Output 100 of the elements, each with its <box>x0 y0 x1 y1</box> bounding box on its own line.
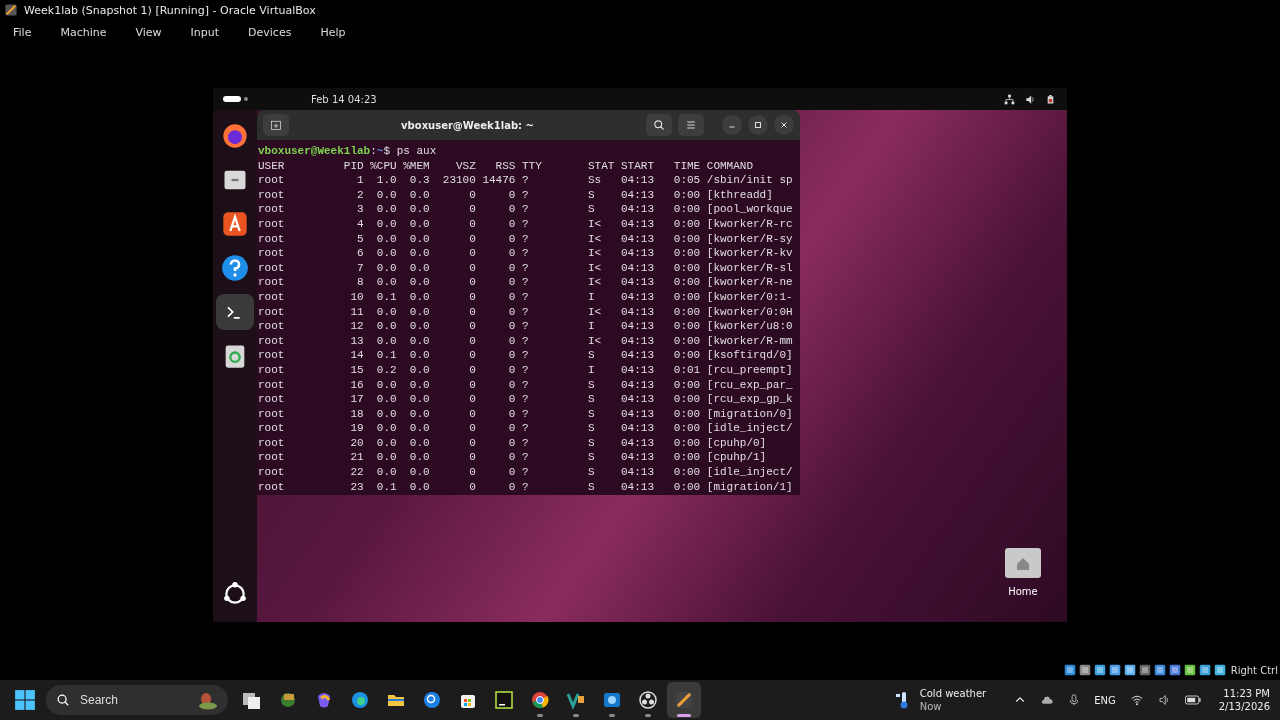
terminal-text: ? <box>522 247 529 260</box>
terminal-text: 0:00 <box>673 422 701 435</box>
terminal-text: 0:00 <box>673 261 701 274</box>
help-icon <box>221 254 249 282</box>
code-editor-icon <box>494 690 514 710</box>
taskbar-app[interactable] <box>667 682 701 718</box>
terminal-text: S <box>588 480 595 493</box>
terminal-text: 0 <box>469 232 476 245</box>
terminal-text: 0 <box>469 217 476 230</box>
menu-item[interactable]: Devices <box>241 25 299 39</box>
app-icon <box>278 690 298 710</box>
column-header: COMMAND <box>706 159 753 172</box>
terminal-text: root <box>258 276 285 289</box>
terminal-text: [kworker/R-ne <box>706 276 793 289</box>
terminal-text: 19 <box>350 422 364 435</box>
terminal-text: 0.0 <box>409 203 430 216</box>
terminal-text: ? <box>522 217 529 230</box>
terminal-text: 14 <box>350 349 364 362</box>
terminal-text: 17 <box>350 393 364 406</box>
windows-squares-icon <box>242 690 262 710</box>
terminal-text: 04:13 <box>621 393 654 406</box>
terminal-text: root <box>258 305 285 318</box>
terminal-text: 0 <box>508 290 516 303</box>
dock-item[interactable] <box>216 294 254 330</box>
terminal-text: 0.1 <box>376 349 397 362</box>
search-bar[interactable]: Search <box>46 685 228 715</box>
terminal-text: 0.0 <box>376 320 397 333</box>
menu-item[interactable]: Machine <box>53 25 114 39</box>
menu-button[interactable] <box>678 114 704 136</box>
terminal-text: [kworker/R-sl <box>706 261 793 274</box>
terminal-text: 04:13 <box>621 276 654 289</box>
terminal-text: 0.0 <box>409 188 430 201</box>
language-indicator[interactable]: ENG <box>1094 694 1116 706</box>
terminal-text: 04:13 <box>621 334 654 347</box>
terminal-text: 0 <box>508 217 516 230</box>
terminal-text: 0.0 <box>376 217 397 230</box>
new-tab-button[interactable] <box>263 114 289 136</box>
terminal-text: 0:00 <box>673 247 701 260</box>
clock-date[interactable]: 2/13/2026 <box>1218 700 1270 713</box>
terminal-text: 0.0 <box>409 363 430 376</box>
terminal-text: S <box>588 407 595 420</box>
window-title: Week1lab (Snapshot 1) [Running] - Oracle VirtualBox <box>24 3 316 17</box>
terminal-text: 04:13 <box>621 466 654 479</box>
search-button[interactable] <box>646 114 672 136</box>
column-header: %CPU <box>370 159 397 172</box>
terminal-text: ? <box>522 334 529 347</box>
maximize-button[interactable] <box>748 115 768 135</box>
menu-item[interactable]: Help <box>313 25 353 39</box>
terminal-text: 04:13 <box>621 422 654 435</box>
terminal-text: 04:13 <box>621 188 654 201</box>
status-indicator-icon <box>1063 664 1076 676</box>
terminal-text: 8 <box>357 276 364 289</box>
virtualbox-cube-icon <box>4 3 18 17</box>
menu-item[interactable]: Input <box>183 25 227 39</box>
status-indicator-icon <box>1153 664 1166 676</box>
terminal-text: root <box>258 436 285 449</box>
terminal-text: [kworker/0:1- <box>706 290 793 303</box>
terminal-text: 0.0 <box>409 247 430 260</box>
status-indicator-icon <box>1168 664 1181 676</box>
terminal-text: ? <box>522 363 529 376</box>
terminal-text: I< <box>588 334 602 347</box>
terminal-text: 0.0 <box>409 422 430 435</box>
browser-wave-icon <box>350 690 370 710</box>
search-field[interactable]: Search <box>78 692 188 708</box>
terminal-text: 0.0 <box>409 393 430 406</box>
terminal-text: 04:13 <box>621 174 654 187</box>
terminal-text: 0 <box>508 247 516 260</box>
terminal-text: [rcu_exp_par_ <box>706 378 793 391</box>
terminal-text: 04:13 <box>621 349 654 362</box>
terminal-text: 0 <box>469 378 476 391</box>
minimize-button[interactable] <box>722 115 742 135</box>
terminal-text: 0:00 <box>673 203 701 216</box>
close-button[interactable] <box>774 115 794 135</box>
terminal-text: 0.0 <box>409 466 430 479</box>
terminal-text: 20 <box>350 436 364 449</box>
terminal-text: I< <box>588 247 602 260</box>
terminal-text: I< <box>588 217 602 230</box>
clock[interactable]: Feb 14 04:23 <box>311 93 377 105</box>
terminal-text: [idle_inject/ <box>706 466 793 479</box>
terminal-text: 0.0 <box>376 247 397 260</box>
terminal-text: 04:13 <box>621 480 654 493</box>
terminal-text: 0.0 <box>376 451 397 464</box>
terminal-text: 0 <box>508 378 516 391</box>
terminal-text: 0.0 <box>376 393 397 406</box>
terminal-text: 04:13 <box>621 232 654 245</box>
terminal-text: 23 <box>350 480 364 493</box>
terminal-text: 04:13 <box>621 320 654 333</box>
terminal-text: 0 <box>469 407 476 420</box>
terminal-text: 0 <box>469 203 476 216</box>
terminal-text: 0.0 <box>409 334 430 347</box>
menu-item[interactable]: File <box>6 25 39 39</box>
column-header: %MEM <box>403 159 430 172</box>
clock-time[interactable]: 11:23 PM <box>1223 687 1270 700</box>
status-indicator-icon <box>1213 664 1226 676</box>
status-indicator-icon <box>1183 664 1196 676</box>
terminal-text: 0 <box>469 451 476 464</box>
menu-item[interactable]: View <box>128 25 169 39</box>
desktop-icon-label[interactable]: Home <box>1008 586 1038 597</box>
terminal-text: I <box>588 290 595 303</box>
terminal-text: ? <box>522 378 529 391</box>
